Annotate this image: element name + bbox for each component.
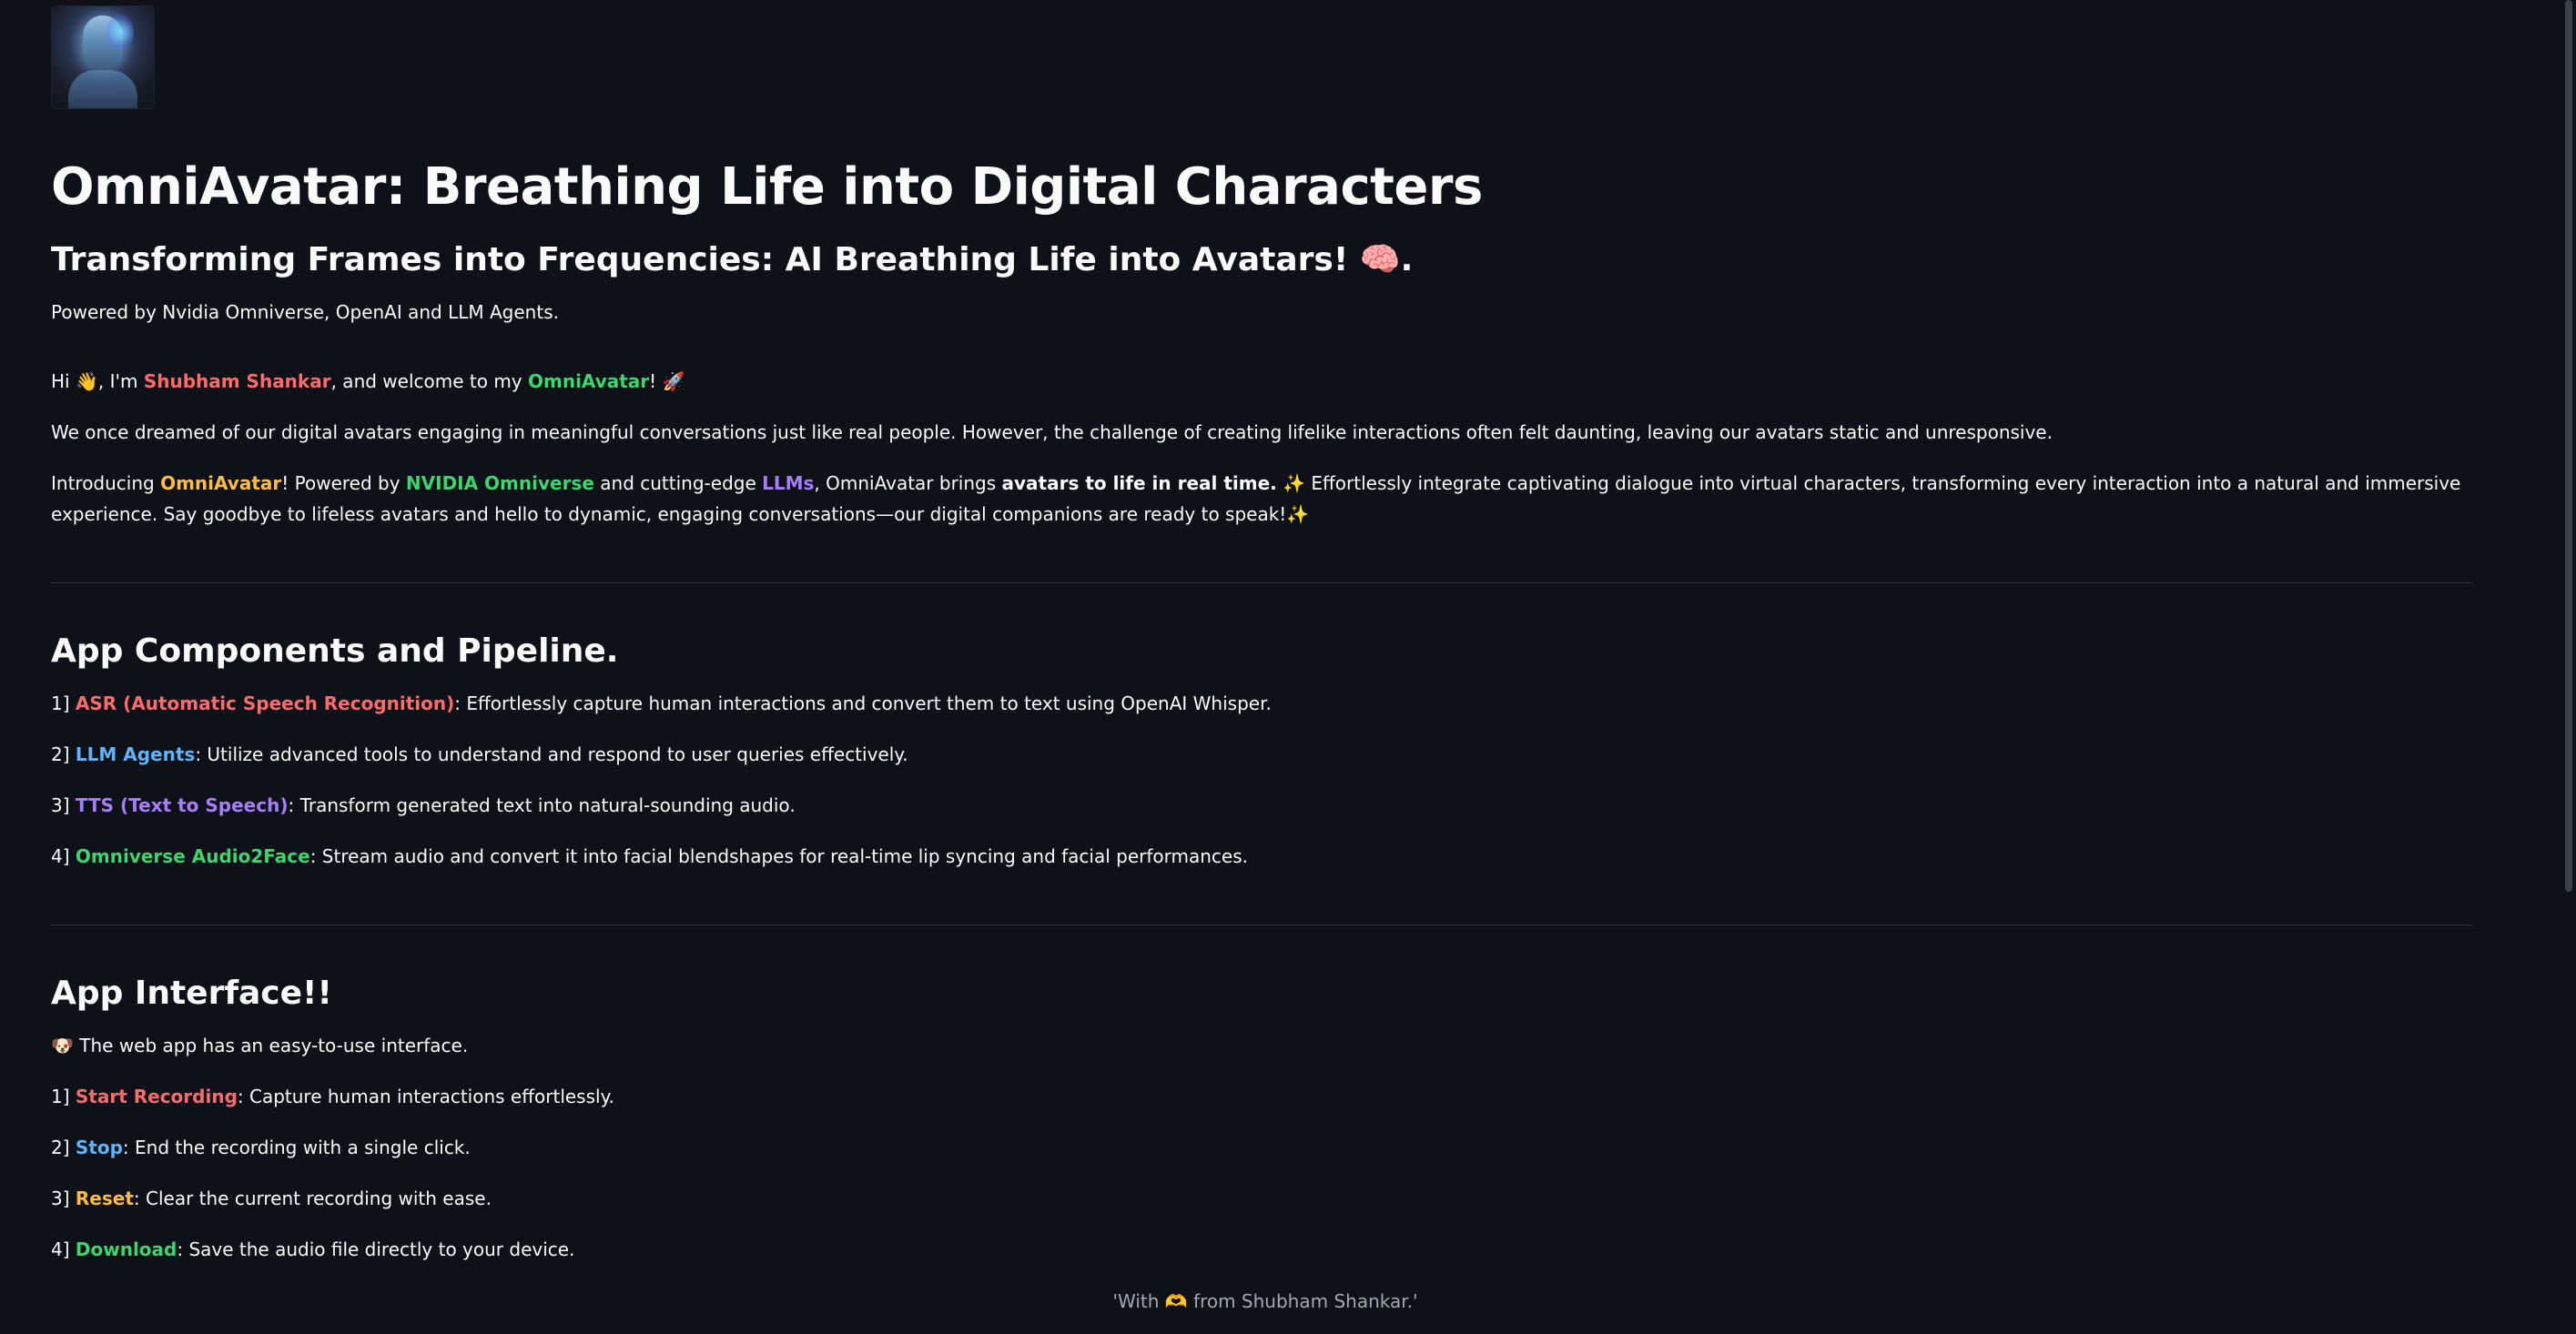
- introducing-part-4: , OmniAvatar brings: [814, 472, 1002, 495]
- list-item-number: 4]: [51, 1238, 76, 1261]
- avatar-glow-shape: [106, 14, 134, 50]
- list-item: 2] Stop: End the recording with a single…: [51, 1132, 2472, 1163]
- avatar-body-shape: [68, 70, 137, 108]
- main-content: OmniAvatar: Breathing Life into Digital …: [51, 5, 2472, 1265]
- nvidia-omniverse-highlight: NVIDIA Omniverse: [405, 472, 594, 495]
- heart-hands-icon: 🫶: [1164, 1290, 1188, 1312]
- introducing-app-name: OmniAvatar: [160, 472, 282, 495]
- list-item-name: Reset: [75, 1187, 134, 1210]
- list-item-name: Download: [75, 1238, 177, 1261]
- list-item: 3] Reset: Clear the current recording wi…: [51, 1183, 2472, 1214]
- app-root: OmniAvatar: Breathing Life into Digital …: [0, 0, 2576, 1334]
- list-item-number: 4]: [51, 845, 76, 868]
- section-divider: [51, 582, 2472, 584]
- list-item-description: : Stream audio and convert it into facia…: [309, 845, 1248, 868]
- list-item-description: : Transform generated text into natural-…: [288, 794, 796, 817]
- page-title: OmniAvatar: Breathing Life into Digital …: [51, 157, 1483, 217]
- footer-credit: 'With 🫶 from Shubham Shankar.': [0, 1290, 2530, 1312]
- interface-intro-text: The web app has an easy-to-use interface…: [73, 1035, 469, 1057]
- list-item-name: TTS (Text to Speech): [75, 794, 289, 817]
- list-item: 4] Download: Save the audio file directl…: [51, 1234, 2472, 1265]
- list-item-description: : Effortlessly capture human interaction…: [454, 692, 1272, 715]
- footer-text-2: from Shubham Shankar.': [1187, 1290, 1418, 1312]
- list-item-name: Start Recording: [75, 1086, 238, 1108]
- components-heading: App Components and Pipeline.: [51, 632, 619, 671]
- footer-text-1: 'With: [1112, 1290, 1165, 1312]
- introducing-paragraph: Introducing OmniAvatar! Powered by NVIDI…: [51, 468, 2472, 530]
- list-item: 4] Omniverse Audio2Face: Stream audio an…: [51, 841, 2472, 872]
- interface-heading: App Interface!!: [51, 975, 332, 1013]
- greeting-part-4: !: [649, 370, 663, 393]
- introducing-part-1: Introducing: [51, 472, 161, 495]
- list-item-number: 2]: [51, 1137, 76, 1159]
- avatar-image: [51, 5, 155, 109]
- wave-icon: 👋: [75, 370, 98, 393]
- list-item-description: : End the recording with a single click.: [122, 1137, 471, 1159]
- powered-by-text: Powered by Nvidia Omniverse, OpenAI and …: [51, 301, 559, 324]
- page-subtitle: Transforming Frames into Frequencies: AI…: [51, 239, 2472, 280]
- dream-paragraph: We once dreamed of our digital avatars e…: [51, 421, 2053, 444]
- introducing-bold-text: avatars to life in real time.: [1001, 472, 1277, 495]
- list-item-description: : Clear the current recording with ease.: [133, 1187, 492, 1210]
- list-item-name: Omniverse Audio2Face: [75, 845, 310, 868]
- rocket-icon: 🚀: [662, 370, 685, 393]
- list-item-description: : Save the audio file directly to your d…: [177, 1238, 575, 1261]
- list-item: 1] Start Recording: Capture human intera…: [51, 1081, 2472, 1112]
- components-list: 1] ASR (Automatic Speech Recognition): E…: [51, 688, 2472, 872]
- list-item-description: : Capture human interactions effortlessl…: [237, 1086, 614, 1108]
- list-item: 1] ASR (Automatic Speech Recognition): E…: [51, 688, 2472, 719]
- llms-highlight: LLMs: [762, 472, 815, 495]
- list-item: 2] LLM Agents: Utilize advanced tools to…: [51, 739, 2472, 770]
- greeting-paragraph: Hi 👋, I'm Shubham Shankar, and welcome t…: [51, 366, 2472, 397]
- page-scrollbar[interactable]: [2560, 0, 2576, 1334]
- subtitle-text: Transforming Frames into Frequencies: AI…: [51, 241, 1360, 279]
- subtitle-end: .: [1400, 241, 1414, 279]
- greeting-part-3: , and welcome to my: [330, 370, 528, 393]
- greeting-part-2: , I'm: [97, 370, 144, 393]
- list-item: 3] TTS (Text to Speech): Transform gener…: [51, 790, 2472, 821]
- app-name-highlight: OmniAvatar: [528, 370, 650, 393]
- list-item-name: ASR (Automatic Speech Recognition): [75, 692, 455, 715]
- list-item-number: 1]: [51, 692, 76, 715]
- list-item-number: 3]: [51, 1187, 76, 1210]
- introducing-part-3: and cutting-edge: [593, 472, 763, 495]
- scrollbar-thumb[interactable]: [2565, 0, 2572, 892]
- author-name: Shubham Shankar: [143, 370, 331, 393]
- greeting-part-1: Hi: [51, 370, 76, 393]
- list-item-number: 2]: [51, 743, 76, 766]
- list-item-number: 1]: [51, 1086, 76, 1108]
- interface-intro: 🐶 The web app has an easy-to-use interfa…: [51, 1030, 2472, 1061]
- introducing-part-2: ! Powered by: [281, 472, 406, 495]
- list-item-name: LLM Agents: [75, 743, 196, 766]
- brain-icon: 🧠: [1359, 241, 1401, 279]
- dog-icon: 🐶: [51, 1035, 74, 1057]
- list-item-description: : Utilize advanced tools to understand a…: [195, 743, 908, 766]
- sparkles-icon: ✨: [1276, 472, 1306, 495]
- sparkles-icon-end: ✨: [1286, 503, 1310, 526]
- list-item-number: 3]: [51, 794, 76, 817]
- list-item-name: Stop: [75, 1137, 123, 1159]
- interface-list: 1] Start Recording: Capture human intera…: [51, 1081, 2472, 1265]
